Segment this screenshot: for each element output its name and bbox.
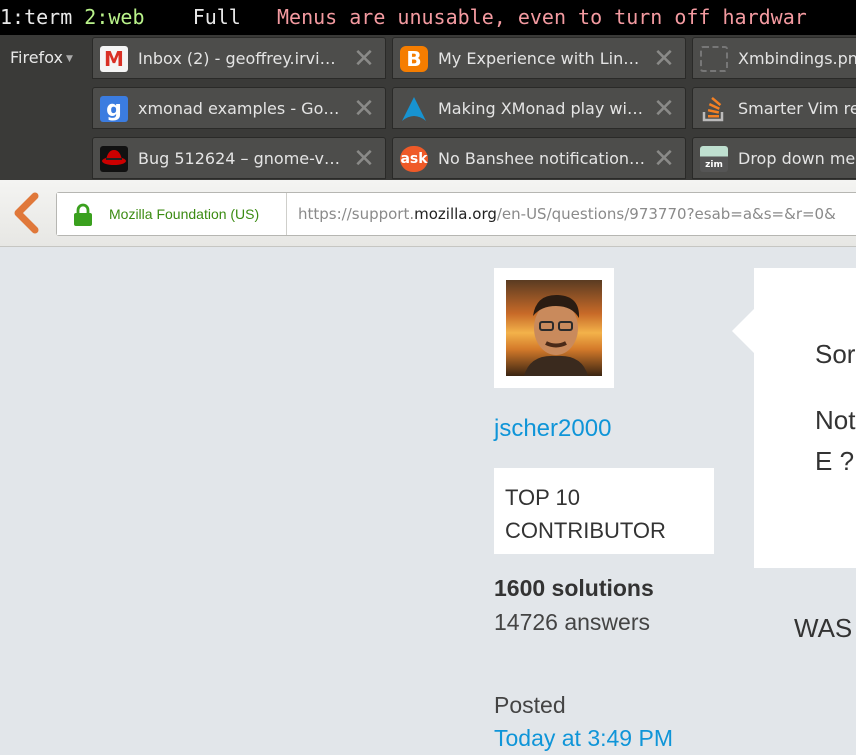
redhat-icon xyxy=(100,146,128,172)
tab-label: xmonad examples - Google Search xyxy=(138,99,345,118)
tab-label: Xmbindings.png xyxy=(738,49,856,68)
identity-label: Mozilla Foundation (US) xyxy=(109,206,260,222)
back-button[interactable] xyxy=(8,192,48,234)
answer-text-line: Not xyxy=(815,405,856,435)
tab-label: Making XMonad play with GNOME xyxy=(438,99,645,118)
firefox-menu-button[interactable]: Firefox ▼ xyxy=(0,35,88,81)
layout-indicator: Full xyxy=(192,5,241,29)
page-content: jscher2000 TOP 10 CONTRIBUTOR 1600 solut… xyxy=(0,247,856,755)
badge-line-2: CONTRIBUTOR xyxy=(505,518,666,543)
tab-label: Smarter Vim re xyxy=(738,99,856,118)
tab-xmbindings[interactable]: Xmbindings.png xyxy=(692,37,856,79)
avatar-portrait xyxy=(524,294,588,376)
firefox-menu-label: Firefox xyxy=(10,48,63,67)
posted-time-link[interactable]: Today at 3:49 PM xyxy=(494,725,673,752)
tab-gmail-inbox[interactable]: M Inbox (2) - geoffrey.irving@gmail.com … xyxy=(92,37,386,79)
lock-icon xyxy=(74,203,92,226)
caret-down-icon: ▼ xyxy=(65,53,73,64)
back-arrow-icon xyxy=(14,192,39,234)
tab-label: Drop down men xyxy=(738,149,856,168)
tab-label: Inbox (2) - geoffrey.irving@gmail.com xyxy=(138,49,345,68)
url-bar[interactable]: Mozilla Foundation (US) https://support.… xyxy=(56,192,856,236)
window-title: Menus are unusable, even to turn off har… xyxy=(277,5,807,29)
site-identity-button[interactable]: Mozilla Foundation (US) xyxy=(57,193,287,235)
url-suffix: /en-US/questions/973770?esab=a&s=&r=0& xyxy=(496,205,836,223)
navigation-bar: Mozilla Foundation (US) https://support.… xyxy=(0,180,856,247)
zim-icon-label: zim xyxy=(705,160,723,170)
tab-drop-down-menus[interactable]: zim Drop down men xyxy=(692,137,856,179)
answer-text-line: Sor xyxy=(815,339,856,369)
url-text[interactable]: https://support.mozilla.org/en-US/questi… xyxy=(298,193,836,235)
close-icon[interactable]: ✕ xyxy=(351,145,377,173)
bubble-pointer xyxy=(732,309,754,353)
tab-google-search[interactable]: g xmonad examples - Google Search ✕ xyxy=(92,87,386,129)
stackoverflow-icon xyxy=(700,96,728,122)
tab-smarter-vim[interactable]: Smarter Vim re xyxy=(692,87,856,129)
answer-text-line: E ? xyxy=(815,446,855,476)
tab-label: My Experience with Linux and XMonad xyxy=(438,49,645,68)
close-icon[interactable]: ✕ xyxy=(351,45,377,73)
arch-linux-icon xyxy=(400,96,428,122)
zim-icon: zim xyxy=(700,146,728,172)
url-prefix: https://support. xyxy=(298,205,415,223)
close-icon[interactable]: ✕ xyxy=(351,95,377,123)
contributor-badge: TOP 10 CONTRIBUTOR xyxy=(494,468,714,554)
answers-count: 14726 answers xyxy=(494,609,650,635)
gmail-icon: M xyxy=(100,46,128,72)
url-domain: mozilla.org xyxy=(414,205,497,223)
tab-redhat-bug[interactable]: Bug 512624 – gnome-volume-control ✕ xyxy=(92,137,386,179)
tab-label: No Banshee notification area icon xyxy=(438,149,645,168)
workspace-web[interactable]: 2:web xyxy=(84,5,144,29)
username-link[interactable]: jscher2000 xyxy=(494,415,611,443)
tab-xmonad-experience[interactable]: B My Experience with Linux and XMonad ✕ xyxy=(392,37,686,79)
blank-page-icon xyxy=(700,46,728,72)
tab-strip: Firefox▼ M Inbox (2) - geoffrey.irving@g… xyxy=(0,35,856,180)
avatar-frame[interactable] xyxy=(494,268,614,388)
badge-line-1: TOP 10 xyxy=(505,485,581,510)
google-icon: g xyxy=(100,96,128,122)
tab-xmonad-gnome[interactable]: Making XMonad play with GNOME ✕ xyxy=(392,87,686,129)
avatar xyxy=(506,280,602,376)
posted-label: Posted xyxy=(494,692,566,718)
tab-banshee-notification[interactable]: ask No Banshee notification area icon ✕ xyxy=(392,137,686,179)
blogger-icon: B xyxy=(400,46,428,72)
workspace-term[interactable]: 1:term xyxy=(0,5,72,29)
askubuntu-icon: ask xyxy=(400,146,428,172)
followup-text: WAS xyxy=(794,613,853,643)
tab-label: Bug 512624 – gnome-volume-control xyxy=(138,149,345,168)
close-icon[interactable]: ✕ xyxy=(651,45,677,73)
xmonad-status-bar: 1:term 2:web Full Menus are unusable, ev… xyxy=(0,0,856,35)
solutions-count: 1600 solutions xyxy=(494,575,654,601)
close-icon[interactable]: ✕ xyxy=(651,145,677,173)
close-icon[interactable]: ✕ xyxy=(651,95,677,123)
